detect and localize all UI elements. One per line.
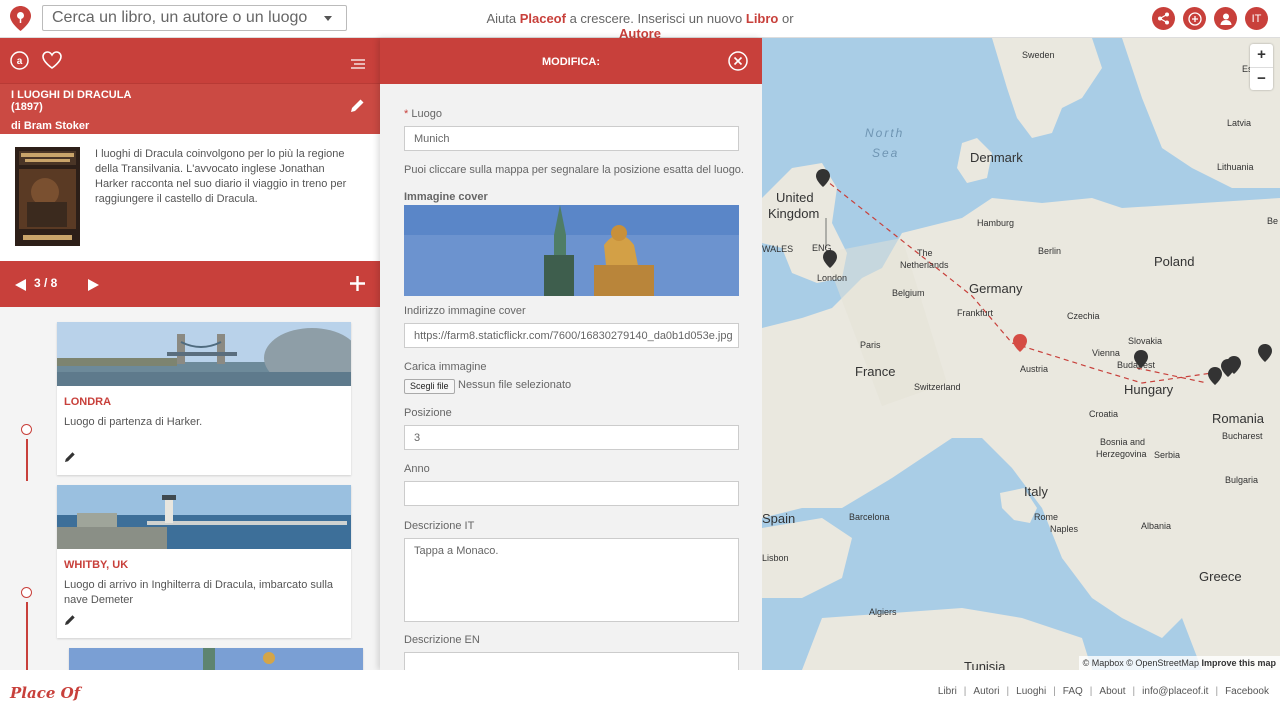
map-marker-icon [816, 169, 830, 187]
timeline-line [26, 439, 28, 481]
menu-icon[interactable] [351, 56, 365, 74]
year-field[interactable] [404, 481, 739, 506]
footer-link[interactable]: info@placeof.it [1142, 686, 1208, 697]
next-arrow-icon[interactable] [88, 278, 99, 296]
book-toolbar: a [0, 38, 381, 83]
cover-url-label: Indirizzo immagine cover [404, 305, 526, 317]
map-attribution: © Mapbox © OpenStreetMap Improve this ma… [1078, 656, 1280, 670]
timeline-dot[interactable] [21, 587, 32, 598]
place-card[interactable]: WHITBY, UK Luogo di arrivo in Inghilterr… [57, 485, 351, 638]
footer: Place Of Libri | Autori | Luoghi | FAQ | About | i… [0, 670, 1280, 728]
book-description: I luoghi di Dracula coinvolgono per lo p… [95, 148, 347, 205]
zoom-control: + − [1250, 44, 1273, 90]
footer-link[interactable]: Facebook [1225, 686, 1269, 697]
placeof-link[interactable]: Placeof [520, 11, 566, 26]
previous-arrow-icon[interactable] [15, 278, 26, 296]
footer-separator: | [1215, 686, 1219, 697]
amazon-icon[interactable]: a [10, 51, 29, 75]
description-en-label: Descrizione EN [404, 634, 480, 646]
footer-separator: | [963, 686, 967, 697]
search-input[interactable]: Cerca un libro, un autore o un luogo [42, 5, 347, 31]
description-it-label: Descrizione IT [404, 520, 475, 532]
footer-links: Libri | Autori | Luoghi | FAQ | About | info@place… [938, 686, 1269, 697]
place-counter: 3 / 8 [34, 276, 58, 290]
book-header: I LUOGHI DI DRACULA (1897) di Bram Stoke… [0, 83, 381, 134]
footer-link[interactable]: Autori [973, 686, 999, 697]
map-hint: Puoi cliccare sulla mappa per segnalare … [404, 164, 744, 176]
share-icon[interactable] [1152, 7, 1175, 30]
place-image [69, 648, 363, 670]
map-marker-icon [1134, 350, 1148, 368]
file-status: Nessun file selezionato [458, 379, 572, 391]
cover-image [404, 205, 739, 296]
add-circle-icon[interactable] [1183, 7, 1206, 30]
svg-text:a: a [17, 56, 23, 67]
book-title: I LUOGHI DI DRACULA (1897) [11, 89, 131, 113]
description-en-field[interactable] [404, 652, 739, 670]
position-label: Posizione [404, 407, 452, 419]
place-card[interactable]: LONDRA Luogo di partenza di Harker. [57, 322, 360, 475]
footer-separator: | [1053, 686, 1056, 697]
places-timeline: LONDRA Luogo di partenza di Harker. WHIT… [0, 307, 381, 670]
place-description: Luogo di partenza di Harker. [64, 416, 203, 428]
chevron-down-icon[interactable] [324, 16, 332, 21]
upload-label: Carica immagine [404, 361, 487, 373]
book-cover-image [15, 147, 80, 246]
edit-header: MODIFICA: [380, 38, 762, 84]
edit-pencil-icon[interactable] [64, 450, 76, 468]
place-image [57, 322, 360, 388]
footer-separator: | [1089, 686, 1093, 697]
map-marker-icon [1208, 367, 1222, 385]
top-bar: Cerca un libro, un autore o un luogo Aiu… [0, 0, 1280, 41]
place-description: Luogo di arrivo in Inghilterra di Dracul… [64, 579, 334, 606]
luogo-field[interactable]: Munich [404, 126, 739, 151]
footer-separator: | [1132, 686, 1136, 697]
footer-link[interactable]: FAQ [1063, 686, 1083, 697]
cover-url-field[interactable]: https://farm8.staticflickr.com/7600/1683… [404, 323, 739, 348]
place-card[interactable] [69, 648, 363, 670]
footer-link[interactable]: Luoghi [1016, 686, 1046, 697]
place-image [57, 485, 351, 549]
cover-label: Immagine cover [404, 191, 488, 203]
description-it-field[interactable]: Tappa a Monaco. [404, 538, 739, 622]
edit-place-panel: MODIFICA: * Luogo Munich Puoi cliccare s… [380, 38, 762, 670]
add-place-icon[interactable] [350, 276, 365, 296]
footer-link[interactable]: About [1099, 686, 1125, 697]
place-navigation: 3 / 8 [0, 261, 381, 307]
map-marker-icon [1258, 344, 1272, 362]
help-message: Aiuta Placeof a crescere. Inserisci un n… [486, 11, 794, 41]
map-marker-icon [823, 250, 837, 268]
book-panel: a I LUOGHI DI DRACULA (1897) di Bram Sto… [0, 38, 381, 670]
search-placeholder: Cerca un libro, un autore o un luogo [52, 9, 308, 26]
placeof-logo[interactable]: Place Of [10, 684, 80, 702]
add-book-link[interactable]: Libro [746, 11, 779, 26]
heart-icon[interactable] [42, 51, 62, 74]
footer-separator: | [1006, 686, 1010, 697]
user-icon[interactable] [1214, 7, 1237, 30]
edit-title: MODIFICA: [541, 56, 601, 68]
place-name: WHITBY, UK [64, 559, 129, 571]
improve-map-link[interactable]: Improve this map [1201, 658, 1276, 668]
map-markers [816, 169, 1272, 385]
footer-link[interactable]: Libri [938, 686, 957, 697]
timeline-dot[interactable] [21, 424, 32, 435]
close-icon[interactable] [728, 51, 748, 76]
place-name: LONDRA [64, 396, 112, 408]
luogo-label: * Luogo [404, 108, 442, 120]
position-field[interactable]: 3 [404, 425, 739, 450]
choose-file-button[interactable]: Scegli file [404, 379, 455, 394]
book-author[interactable]: di Bram Stoker [11, 120, 89, 132]
edit-pencil-icon[interactable] [350, 98, 365, 118]
year-label: Anno [404, 463, 430, 475]
language-button[interactable]: IT [1245, 7, 1268, 30]
zoom-out-button[interactable]: − [1250, 67, 1273, 90]
map[interactable]: SwedenEstoniaLatviaNorthSeaDenmarkLithua… [762, 38, 1280, 670]
zoom-in-button[interactable]: + [1250, 44, 1273, 67]
placeof-pin-icon[interactable] [10, 6, 31, 36]
timeline-line [26, 602, 28, 670]
edit-pencil-icon[interactable] [64, 613, 76, 631]
book-info: I luoghi di Dracula coinvolgono per lo p… [0, 134, 381, 261]
map-marker-icon [1013, 334, 1027, 352]
